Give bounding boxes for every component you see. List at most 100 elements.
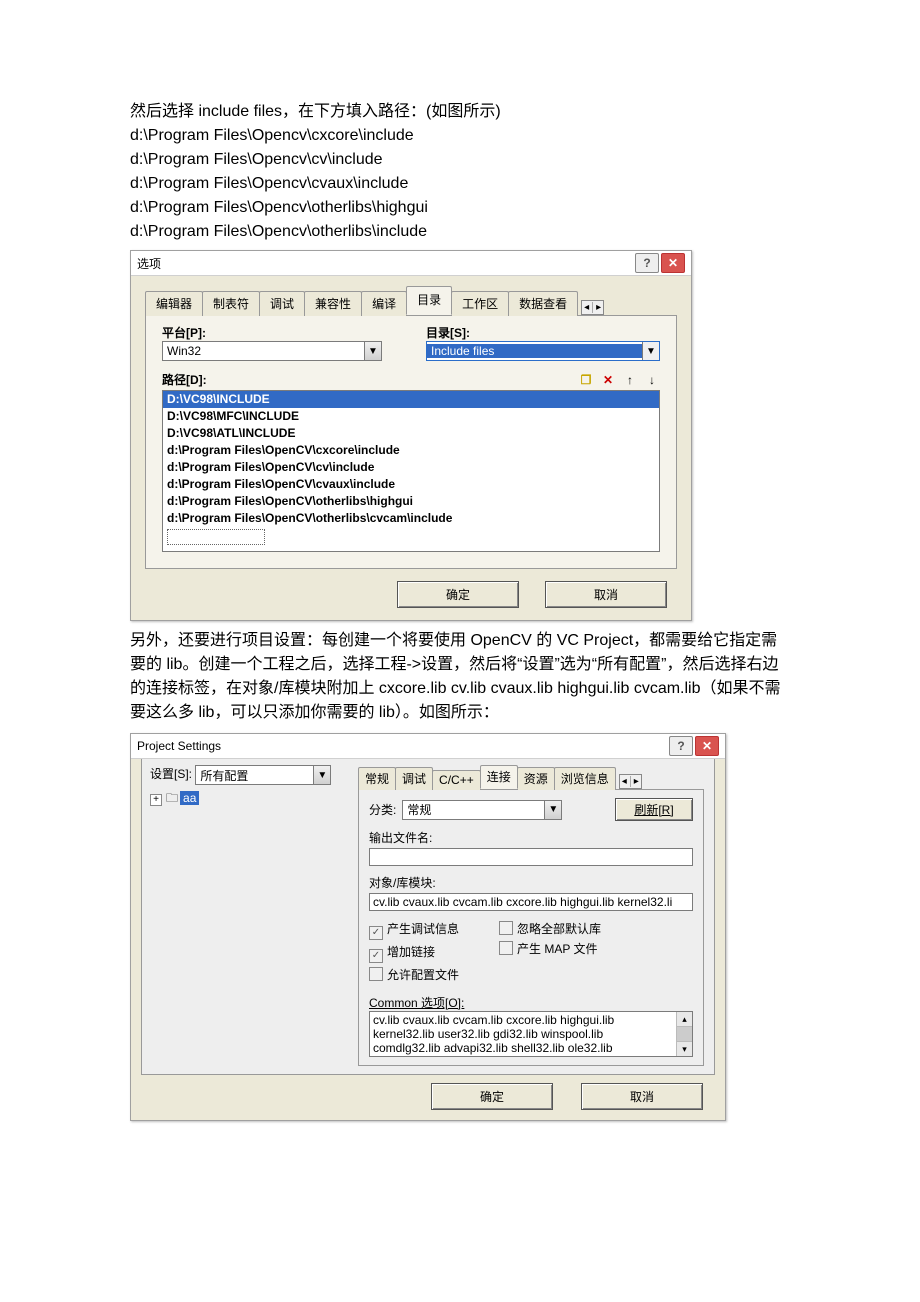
- intro-text: 然后选择 include files，在下方填入路径：(如图所示) d:\Pro…: [130, 100, 790, 244]
- mid-text: 另外，还要进行项目设置：每创建一个将要使用 OpenCV 的 VC Projec…: [130, 629, 790, 725]
- close-button[interactable]: ✕: [661, 253, 685, 273]
- tab-compat[interactable]: 兼容性: [304, 291, 362, 316]
- dropdown-arrow-icon: ▼: [313, 766, 330, 784]
- cb-profile[interactable]: 允许配置文件: [369, 966, 459, 983]
- tab-ccpp[interactable]: C/C++: [432, 770, 481, 790]
- category-label: 分类:: [369, 801, 396, 818]
- tab-workspace[interactable]: 工作区: [451, 291, 509, 316]
- intro-line: d:\Program Files\Opencv\cv\include: [130, 148, 790, 172]
- mid-paragraph: 另外，还要进行项目设置：每创建一个将要使用 OpenCV 的 VC Projec…: [130, 629, 790, 725]
- cb-incremental[interactable]: 增加链接: [369, 943, 459, 963]
- modules-input[interactable]: cv.lib cvaux.lib cvcam.lib cxcore.lib hi…: [369, 893, 693, 911]
- tab-editor[interactable]: 编辑器: [145, 291, 203, 316]
- settings-for-value: 所有配置: [196, 767, 313, 784]
- tab-link[interactable]: 连接: [480, 765, 518, 789]
- cb-ignore-libs[interactable]: 忽略全部默认库: [499, 920, 601, 937]
- output-filename-input[interactable]: [369, 848, 693, 866]
- tab-browse[interactable]: 浏览信息: [554, 767, 616, 790]
- dialog-buttons: 确定 取消: [131, 1075, 725, 1120]
- tab-tabstop[interactable]: 制表符: [202, 291, 260, 316]
- modules-label: 对象/库模块:: [369, 874, 693, 891]
- tab-debug[interactable]: 调试: [395, 767, 433, 790]
- path-item[interactable]: d:\Program Files\OpenCV\cvaux\include: [163, 476, 659, 493]
- cb-mapfile[interactable]: 产生 MAP 文件: [499, 940, 601, 957]
- move-down-icon[interactable]: ↓: [644, 372, 660, 388]
- tab-bar: 编辑器 制表符 调试 兼容性 编译 目录 工作区 数据查看 ◂▸: [145, 286, 677, 316]
- folder-icon: 🗀: [166, 789, 178, 810]
- cancel-button[interactable]: 取消: [545, 581, 667, 608]
- path-item[interactable]: d:\Program Files\OpenCV\otherlibs\highgu…: [163, 493, 659, 510]
- tab-scroll[interactable]: ◂▸: [619, 774, 642, 789]
- dropdown-arrow-icon: ▼: [364, 342, 381, 360]
- project-tree[interactable]: + 🗀aa: [150, 789, 346, 810]
- ok-button[interactable]: 确定: [397, 581, 519, 608]
- show-dirs-value: Include files: [427, 344, 642, 358]
- project-settings-dialog: Project Settings ? ✕ 设置[S]: 所有配置 ▼ +🗀aa …: [130, 733, 726, 1121]
- tab-dataview[interactable]: 数据查看: [508, 291, 578, 316]
- category-select[interactable]: 常规 ▼: [402, 800, 562, 820]
- common-line: comdlg32.lib advapi32.lib shell32.lib ol…: [373, 1041, 689, 1055]
- dialog-body: 平台[P]: Win32 ▼ 目录[S]: Include files ▼ 路径…: [145, 316, 677, 569]
- common-line: cv.lib cvaux.lib cvcam.lib cxcore.lib hi…: [373, 1013, 689, 1027]
- path-item[interactable]: D:\VC98\ATL\INCLUDE: [163, 425, 659, 442]
- dialog-buttons: 确定 取消: [131, 569, 691, 620]
- options-dialog: 选项 ? ✕ 编辑器 制表符 调试 兼容性 编译 目录 工作区 数据查看 ◂▸ …: [130, 250, 692, 621]
- common-options-label: Common 选项[O]:: [369, 994, 693, 1011]
- help-button[interactable]: ?: [669, 736, 693, 756]
- tree-expand-icon[interactable]: +: [150, 794, 162, 806]
- dialog-titlebar: 选项 ? ✕: [131, 251, 691, 276]
- delete-path-icon[interactable]: ✕: [600, 372, 616, 388]
- dialog-title: 选项: [137, 255, 161, 272]
- tab-directories[interactable]: 目录: [406, 286, 452, 315]
- cancel-button[interactable]: 取消: [581, 1083, 703, 1110]
- path-item[interactable]: d:\Program Files\OpenCV\cv\include: [163, 459, 659, 476]
- platform-select[interactable]: Win32 ▼: [162, 341, 382, 361]
- scrollbar[interactable]: ▴ ▾: [676, 1012, 692, 1056]
- platform-label: 平台[P]:: [162, 324, 386, 341]
- path-item[interactable]: D:\VC98\MFC\INCLUDE: [163, 408, 659, 425]
- tab-debug[interactable]: 调试: [259, 291, 305, 316]
- checkbox-icon: [369, 949, 383, 963]
- dialog-title: Project Settings: [137, 739, 221, 753]
- close-button[interactable]: ✕: [695, 736, 719, 756]
- checkbox-icon: [499, 941, 513, 955]
- paths-listbox[interactable]: D:\VC98\INCLUDE D:\VC98\MFC\INCLUDE D:\V…: [162, 390, 660, 552]
- new-path-icon[interactable]: ❐: [578, 372, 594, 388]
- settings-for-select[interactable]: 所有配置 ▼: [195, 765, 331, 785]
- tab-scroll-left-icon: ◂: [584, 302, 593, 313]
- settings-for-label: 设置[S]:: [150, 767, 192, 781]
- cb-debuginfo[interactable]: 产生调试信息: [369, 920, 459, 940]
- tab-general[interactable]: 常规: [358, 767, 396, 790]
- intro-line: d:\Program Files\Opencv\cvaux\include: [130, 172, 790, 196]
- scroll-up-icon[interactable]: ▴: [677, 1012, 692, 1027]
- scroll-down-icon[interactable]: ▾: [677, 1041, 692, 1056]
- paths-label: 路径[D]:: [162, 371, 207, 388]
- new-path-placeholder[interactable]: [167, 529, 265, 545]
- intro-line: d:\Program Files\Opencv\otherlibs\includ…: [130, 220, 790, 244]
- path-item[interactable]: d:\Program Files\OpenCV\cxcore\include: [163, 442, 659, 459]
- tab-scroll-right-icon: ▸: [634, 776, 639, 787]
- help-button[interactable]: ?: [635, 253, 659, 273]
- move-up-icon[interactable]: ↑: [622, 372, 638, 388]
- outname-label: 输出文件名:: [369, 829, 693, 846]
- path-item[interactable]: d:\Program Files\OpenCV\otherlibs\cvcam\…: [163, 510, 659, 527]
- platform-value: Win32: [163, 344, 364, 358]
- common-options-textarea[interactable]: cv.lib cvaux.lib cvcam.lib cxcore.lib hi…: [369, 1011, 693, 1057]
- checkbox-icon: [499, 921, 513, 935]
- tab-resources[interactable]: 资源: [517, 767, 555, 790]
- intro-line: 然后选择 include files，在下方填入路径：(如图所示): [130, 100, 790, 124]
- tab-scroll[interactable]: ◂▸: [581, 300, 604, 315]
- show-dirs-label: 目录[S]:: [426, 324, 660, 341]
- common-line: kernel32.lib user32.lib gdi32.lib winspo…: [373, 1027, 689, 1041]
- tab-compile[interactable]: 编译: [361, 291, 407, 316]
- ok-button[interactable]: 确定: [431, 1083, 553, 1110]
- path-item[interactable]: D:\VC98\INCLUDE: [163, 391, 659, 408]
- tab-scroll-left-icon: ◂: [622, 776, 631, 787]
- dialog-titlebar: Project Settings ? ✕: [131, 734, 725, 759]
- checkbox-icon: [369, 967, 383, 981]
- show-dirs-select[interactable]: Include files ▼: [426, 341, 660, 361]
- tree-item-selected[interactable]: aa: [180, 791, 199, 805]
- dropdown-arrow-icon: ▼: [642, 342, 659, 360]
- refresh-button[interactable]: 刷新[R]: [615, 798, 693, 821]
- scroll-thumb[interactable]: [677, 1027, 692, 1041]
